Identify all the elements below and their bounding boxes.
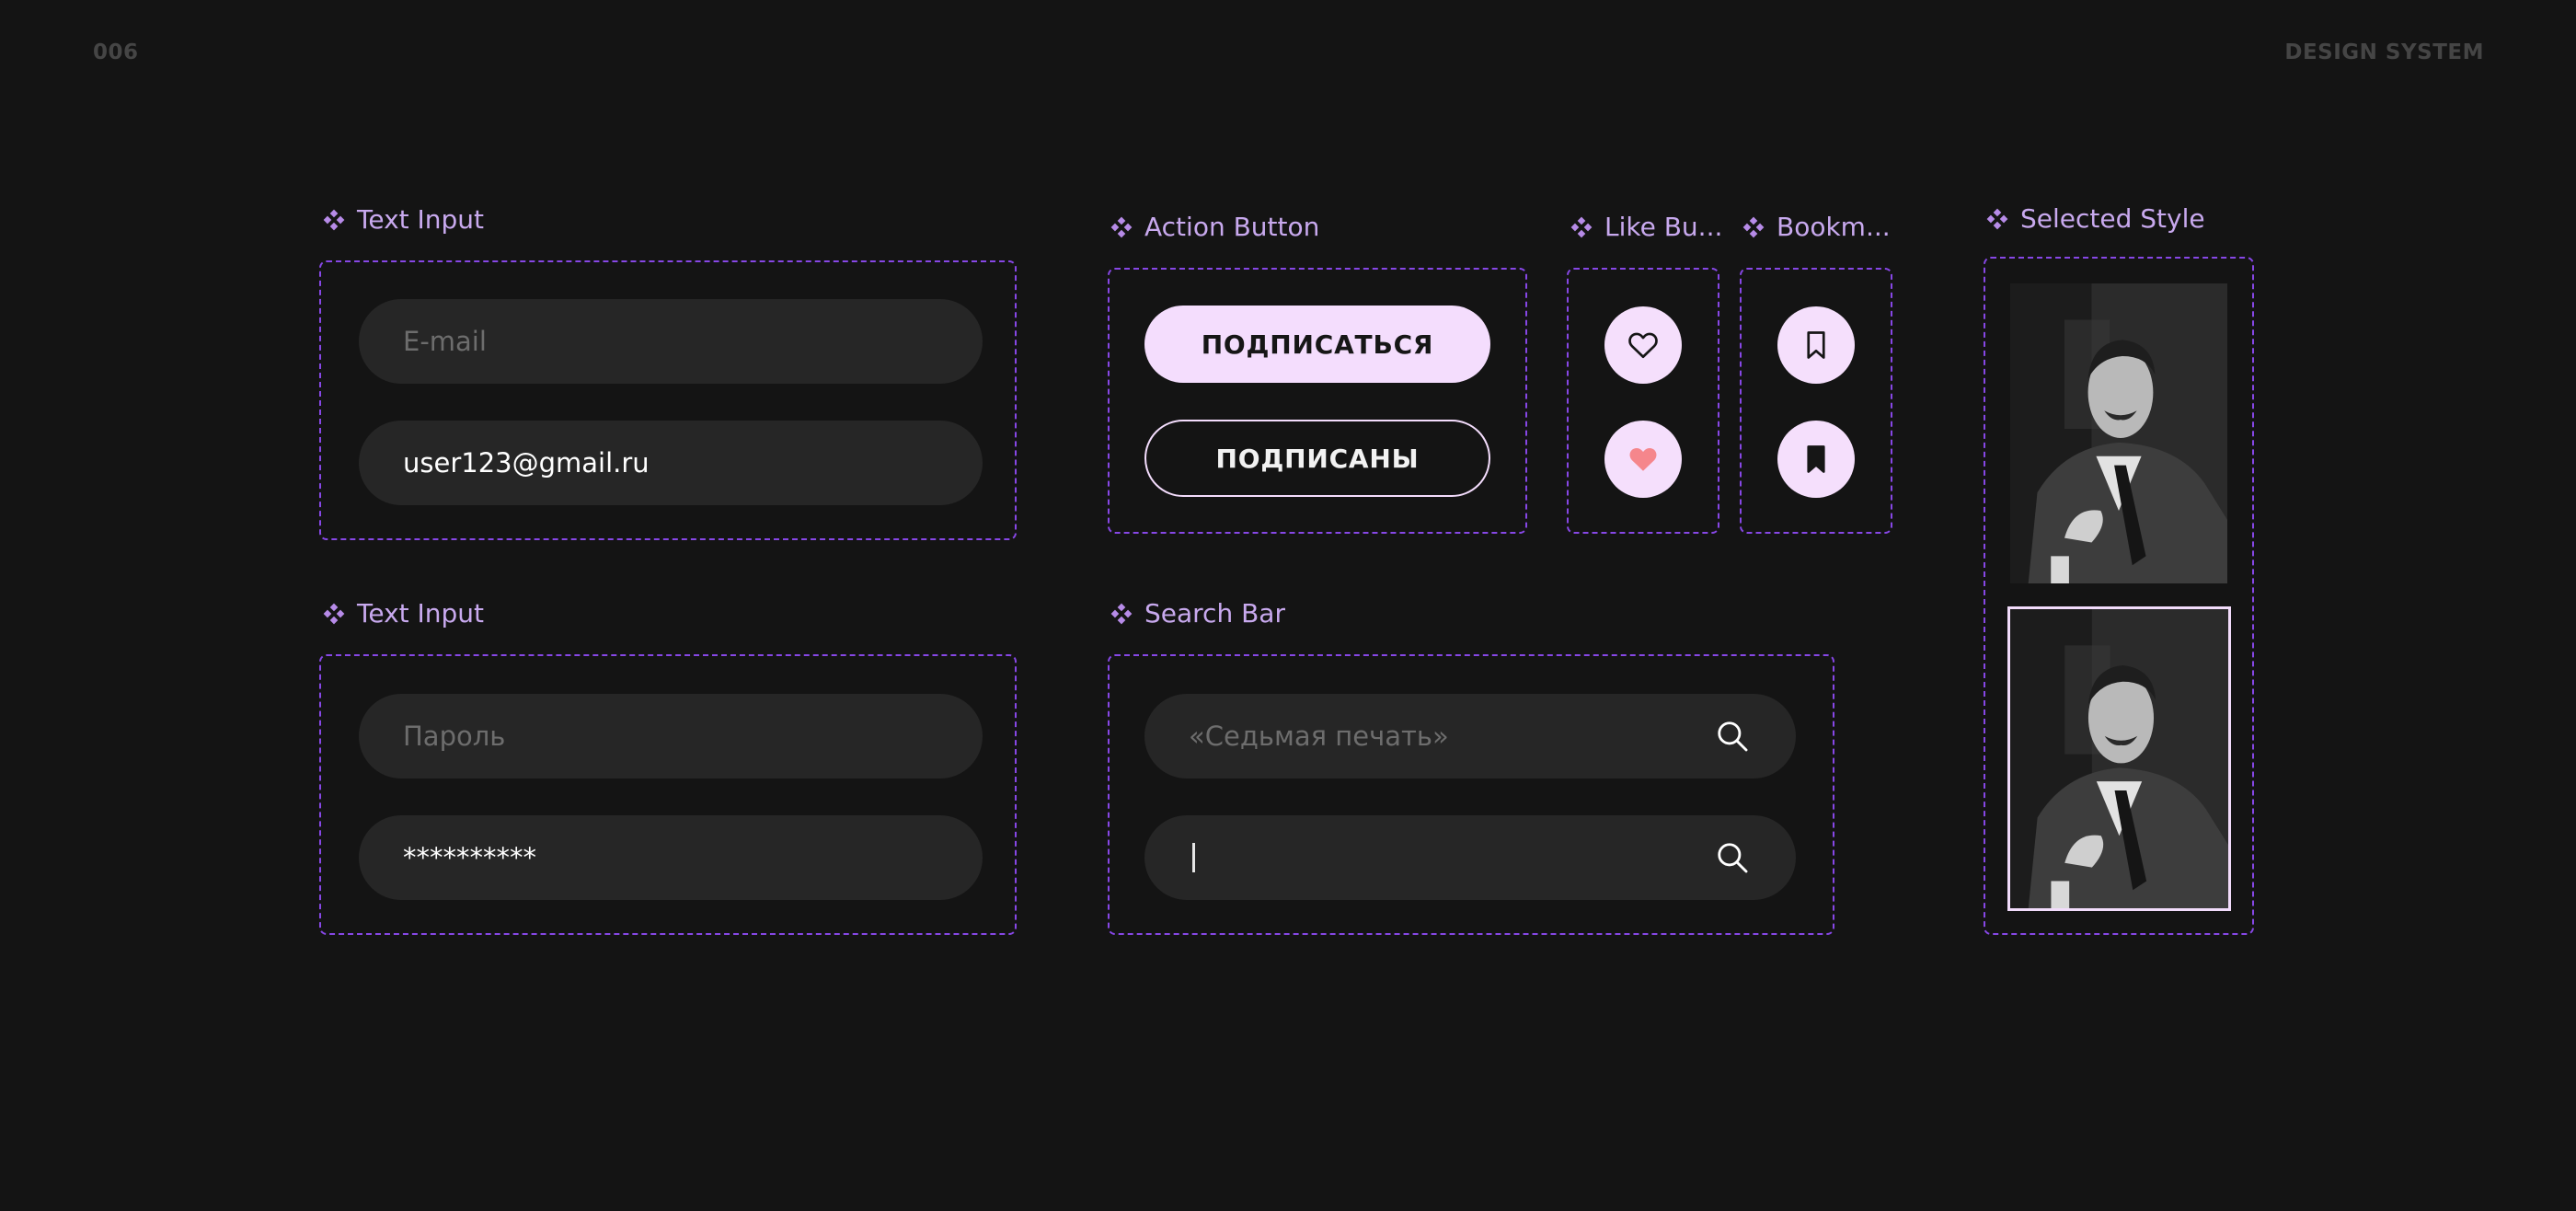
heart-outline-icon [1627,329,1660,362]
action-button-frame: ПОДПИСАТЬСЯ ПОДПИСАНЫ [1108,268,1527,534]
component-title: Like Bu... [1570,212,1722,242]
component-title-label: Text Input [357,204,485,235]
component-icon [322,208,346,232]
text-caret [1192,843,1195,872]
component-title: Search Bar [1110,598,1285,629]
email-placeholder: E-mail [403,326,487,357]
portrait-photo [2010,609,2228,908]
component-title: Bookm... [1742,212,1891,242]
bookmark-outline-icon [1800,329,1833,362]
component-title: Text Input [322,598,484,629]
portrait-image-selected[interactable] [2007,606,2231,911]
search-icon[interactable] [1715,840,1750,875]
bookmark-filled-icon [1800,443,1833,476]
subscribed-button[interactable]: ПОДПИСАНЫ [1144,420,1490,497]
liked-button[interactable] [1604,421,1682,498]
component-title: Action Button [1110,212,1319,242]
search-icon[interactable] [1715,719,1750,754]
component-title-label: Search Bar [1144,598,1285,629]
component-title-label: Text Input [357,598,485,629]
password-value: ********** [403,842,536,873]
like-button-frame [1567,268,1719,534]
password-placeholder: Пароль [403,721,506,752]
email-value: user123@gmail.ru [403,447,650,479]
component-title-label: Like Bu... [1604,212,1723,242]
bookmark-button-frame [1740,268,1892,534]
text-input-email-frame: E-mail user123@gmail.ru [319,260,1017,540]
component-title-label: Bookm... [1777,212,1891,242]
heart-filled-icon [1627,443,1660,476]
bookmarked-button[interactable] [1777,421,1855,498]
password-field-filled[interactable]: ********** [359,815,983,900]
portrait-photo [2010,283,2227,583]
component-title-label: Action Button [1144,212,1320,242]
subscribe-button[interactable]: ПОДПИСАТЬСЯ [1144,306,1490,383]
portrait-image[interactable] [2010,283,2227,583]
email-field-filled[interactable]: user123@gmail.ru [359,421,983,505]
component-icon [1570,215,1593,239]
search-bar-frame: «Седьмая печать» [1108,654,1834,935]
component-title: Text Input [322,204,484,235]
search-input-empty[interactable]: «Седьмая печать» [1144,694,1796,778]
search-input-active[interactable] [1144,815,1796,900]
search-placeholder: «Седьмая печать» [1189,721,1449,752]
password-field-empty[interactable]: Пароль [359,694,983,778]
component-title-label: Selected Style [2020,203,2205,234]
bookmark-button[interactable] [1777,306,1855,384]
component-icon [1742,215,1765,239]
component-icon [1110,215,1133,239]
page-number: 006 [93,40,139,64]
component-title: Selected Style [1985,203,2205,234]
selected-style-frame [1984,257,2254,935]
like-button[interactable] [1604,306,1682,384]
section-label: DESIGN SYSTEM [2284,40,2484,64]
component-icon [1985,207,2009,231]
component-icon [322,602,346,626]
email-field-empty[interactable]: E-mail [359,299,983,384]
text-input-password-frame: Пароль ********** [319,654,1017,935]
component-icon [1110,602,1133,626]
